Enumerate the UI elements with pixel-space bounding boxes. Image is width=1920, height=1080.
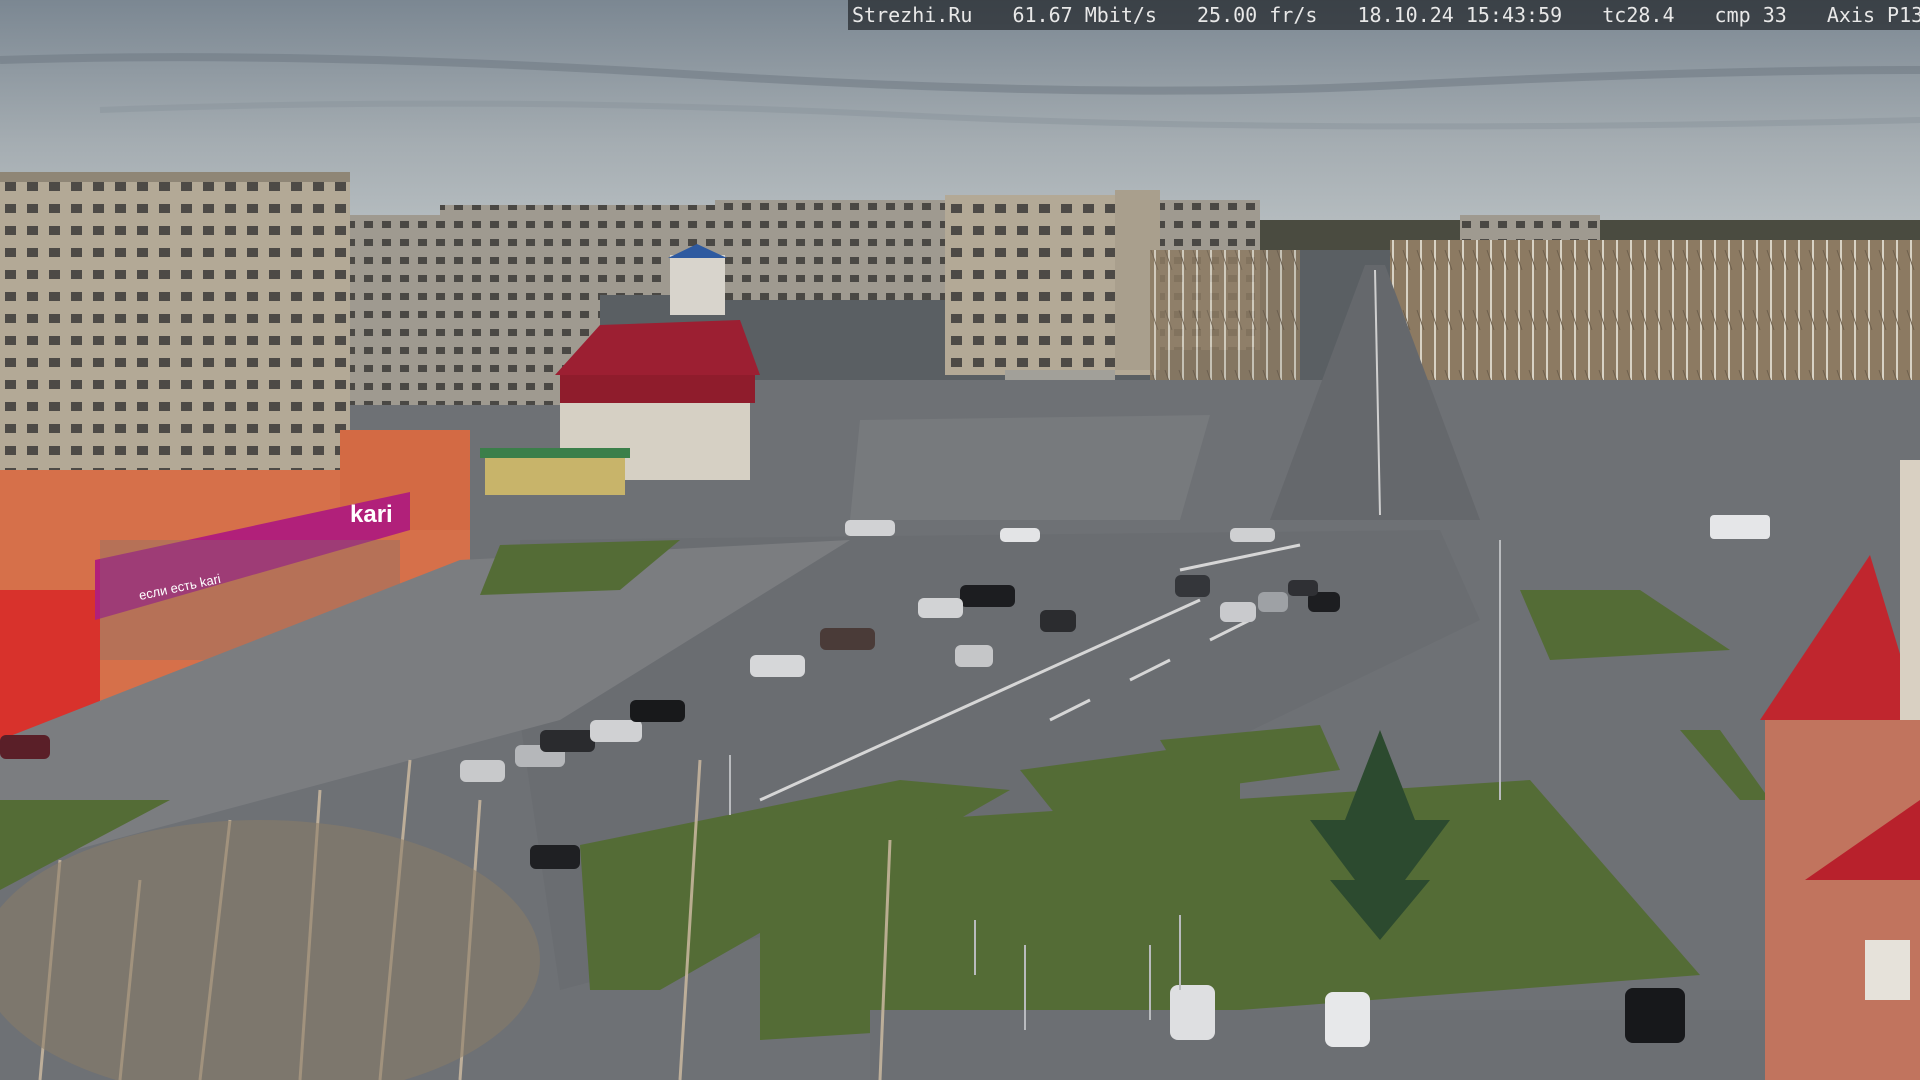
overlay-camera-model: Axis P1375 — [1826, 3, 1920, 27]
car — [1040, 610, 1076, 632]
overlay-tc: tc28.4 — [1602, 3, 1675, 27]
car — [1325, 992, 1370, 1047]
car — [1258, 592, 1288, 612]
van — [1710, 515, 1770, 539]
kari-logo: kari — [350, 501, 393, 528]
car — [460, 760, 505, 782]
car — [1175, 575, 1210, 597]
overlay-bitrate: 61.67 Mbit/s — [1012, 3, 1157, 27]
car — [530, 845, 580, 869]
car — [960, 585, 1015, 607]
car — [1288, 580, 1318, 596]
car — [845, 520, 895, 536]
car — [1170, 985, 1215, 1040]
car — [590, 720, 642, 742]
car — [955, 645, 993, 667]
car — [750, 655, 805, 677]
camera-info-overlay: Strezhi.Ru 61.67 Mbit/s 25.00 fr/s 18.10… — [848, 0, 1920, 30]
blue-tower — [670, 255, 725, 315]
overlay-cmp: cmp 33 — [1714, 3, 1787, 27]
car — [630, 700, 685, 722]
car — [540, 730, 595, 752]
car — [1230, 528, 1275, 542]
car — [1220, 602, 1256, 622]
car — [918, 598, 963, 618]
green-kiosk — [485, 455, 625, 495]
overlay-timestamp: 18.10.24 15:43:59 — [1357, 3, 1563, 27]
webcam-scene: kari если есть kari — [0, 0, 1920, 1080]
central-plaza — [850, 415, 1210, 520]
car — [0, 735, 50, 759]
overlay-framerate: 25.00 fr/s — [1197, 3, 1318, 27]
car — [1000, 528, 1040, 542]
car — [1625, 988, 1685, 1043]
car — [820, 628, 875, 650]
overlay-site: Strezhi.Ru — [852, 3, 973, 27]
